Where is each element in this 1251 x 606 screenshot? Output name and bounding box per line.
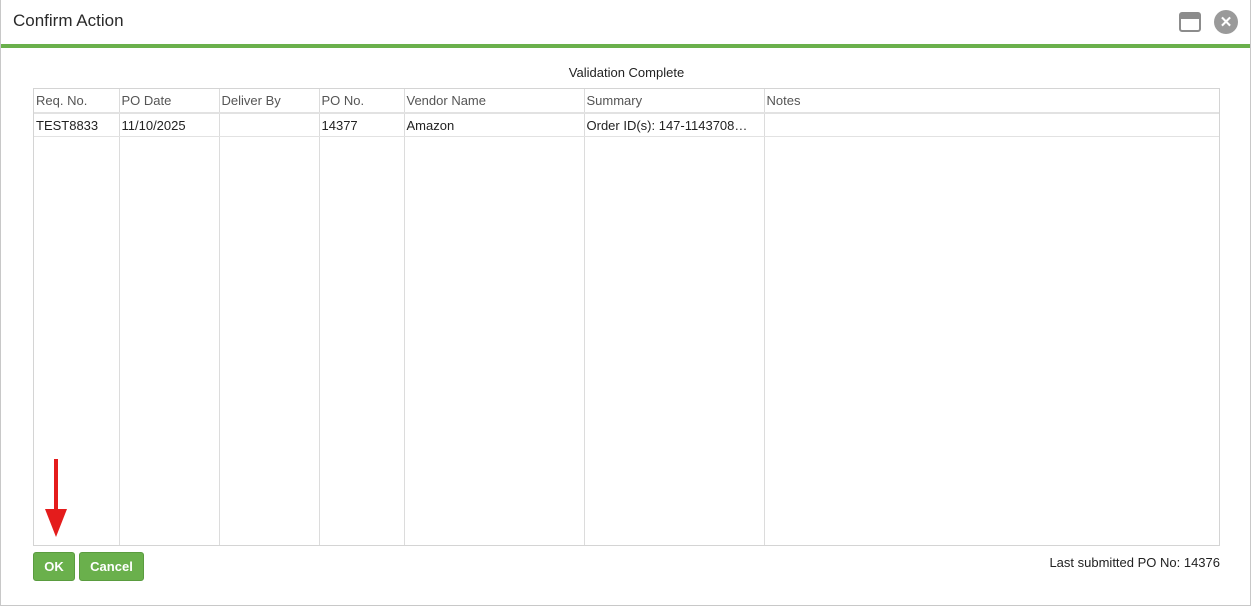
dialog-title: Confirm Action (13, 11, 124, 30)
cell-vendor-name: Amazon (404, 113, 585, 137)
last-submitted-po: Last submitted PO No: 14376 (1049, 555, 1220, 570)
column-header-notes[interactable]: Notes (764, 89, 1219, 114)
red-arrow-annotation (45, 459, 67, 537)
confirm-action-dialog: Confirm Action ✕ Validation Complete Req… (0, 0, 1251, 606)
table-row[interactable]: TEST8833 11/10/2025 14377 Amazon Order I… (34, 113, 1219, 137)
dialog-titlebar: Confirm Action ✕ (1, 0, 1250, 48)
cell-deliver-by (219, 113, 320, 137)
column-header-po-date[interactable]: PO Date (119, 89, 220, 114)
ok-button[interactable]: OK (33, 552, 75, 581)
empty-filler-row (34, 136, 1219, 545)
po-grid: Req. No. PO Date Deliver By PO No. Vendo… (33, 88, 1220, 546)
cell-notes (764, 113, 1219, 137)
cell-po-no: 14377 (319, 113, 405, 137)
cell-summary: Order ID(s): 147-1143708… (584, 113, 765, 137)
column-header-vendor-name[interactable]: Vendor Name (404, 89, 585, 114)
column-header-po-no[interactable]: PO No. (319, 89, 405, 114)
cell-po-date: 11/10/2025 (119, 113, 220, 137)
validation-status: Validation Complete (568, 65, 685, 80)
po-table: Req. No. PO Date Deliver By PO No. Vendo… (34, 89, 1219, 545)
cell-req-no: TEST8833 (34, 113, 120, 137)
column-header-summary[interactable]: Summary (584, 89, 765, 114)
table-header-row: Req. No. PO Date Deliver By PO No. Vendo… (34, 89, 1219, 114)
column-header-deliver-by[interactable]: Deliver By (219, 89, 320, 114)
column-header-req-no[interactable]: Req. No. (34, 89, 120, 114)
close-icon[interactable]: ✕ (1214, 10, 1238, 34)
maximize-icon[interactable] (1179, 12, 1201, 32)
cancel-button[interactable]: Cancel (79, 552, 144, 581)
